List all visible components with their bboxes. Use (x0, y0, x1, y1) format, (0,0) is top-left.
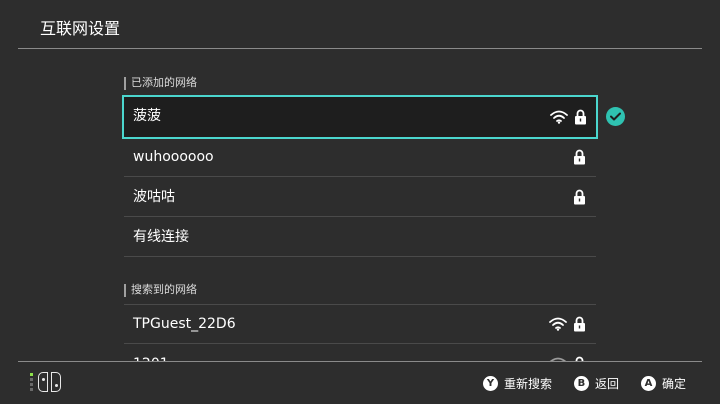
lock-icon (573, 189, 586, 205)
action-label: 重新搜索 (503, 377, 552, 391)
lock-icon (573, 316, 586, 332)
lock-icon (574, 109, 587, 125)
row-divider (124, 256, 596, 257)
confirm-button[interactable]: A 确定 (640, 375, 686, 392)
footer: Y 重新搜索 B 返回 A 确定 (0, 361, 720, 404)
network-row-tpguest[interactable]: TPGuest_22D6 (124, 304, 596, 344)
row-divider-top (124, 304, 596, 305)
y-button-icon: Y (482, 376, 498, 391)
section-marker (124, 283, 126, 297)
section-marker (124, 76, 126, 90)
a-button-icon: A (640, 376, 656, 391)
network-row-wuhoooooo[interactable]: wuhoooooo (124, 137, 596, 177)
lock-icon (573, 149, 586, 165)
section-heading-added: 已添加的网络 (124, 75, 197, 91)
connected-check-icon (606, 107, 625, 126)
network-name: 1201 (133, 344, 169, 361)
network-name: wuhoooooo (133, 149, 214, 165)
network-row-wired[interactable]: 有线连接 (124, 217, 596, 257)
refresh-search-button[interactable]: Y 重新搜索 (482, 375, 552, 392)
action-label: 确定 (661, 377, 686, 391)
b-button-icon: B (573, 376, 589, 391)
wifi-signal-icon (550, 110, 568, 124)
action-label: 返回 (594, 377, 619, 391)
footer-actions: Y 重新搜索 B 返回 A 确定 (482, 375, 686, 392)
back-button[interactable]: B 返回 (573, 375, 619, 392)
section-label-found: 搜索到的网络 (131, 283, 197, 296)
header: 互联网设置 (0, 0, 720, 50)
network-row-1201[interactable]: 1201 (124, 344, 596, 361)
joycon-controller-icon (30, 372, 61, 392)
network-name: 菠菠 (133, 108, 161, 124)
network-name: TPGuest_22D6 (133, 316, 236, 332)
section-heading-found: 搜索到的网络 (124, 282, 197, 298)
internet-settings-screen: 互联网设置 已添加的网络 菠菠 wuhoooooo 波咕咕 有线连接 搜索到的网… (0, 0, 720, 404)
network-name: 有线连接 (133, 229, 189, 245)
network-row-bobo[interactable]: 菠菠 (122, 95, 598, 139)
section-label-added: 已添加的网络 (131, 76, 197, 89)
network-list[interactable]: 已添加的网络 菠菠 wuhoooooo 波咕咕 有线连接 搜索到的网络 TPGu… (0, 49, 720, 361)
network-row-bogugu[interactable]: 波咕咕 (124, 177, 596, 217)
network-name: 波咕咕 (133, 189, 175, 205)
page-title: 互联网设置 (40, 19, 121, 38)
wifi-signal-icon (549, 317, 567, 331)
footer-divider (18, 361, 702, 362)
